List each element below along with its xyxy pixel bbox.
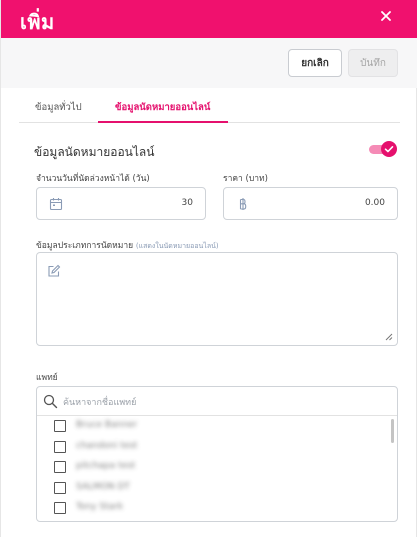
doctor-name: SALMON DT bbox=[76, 481, 130, 492]
appointment-type-hint: (แสดงในนัดหมายออนไลน์) bbox=[135, 242, 219, 250]
price-field[interactable]: 0.00 bbox=[223, 187, 398, 220]
doctor-name: chandoni test bbox=[76, 440, 138, 451]
doctor-name: Bruce Banner bbox=[76, 420, 138, 430]
close-icon[interactable] bbox=[378, 8, 394, 24]
doctor-search-input[interactable]: ค้นหาจากชื่อแพทย์ bbox=[63, 395, 136, 409]
cancel-button[interactable]: ยกเลิก bbox=[288, 49, 342, 77]
online-appointment-modal: เพิ่ม ยกเลิก บันทึก ข้อมูลทั่วไป ข้อมูลน… bbox=[0, 0, 417, 537]
doctor-checkbox[interactable] bbox=[54, 420, 66, 432]
section-title: ข้อมูลนัดหมายออนไลน์ bbox=[34, 145, 155, 159]
doctor-row[interactable]: SALMON DT bbox=[37, 478, 397, 499]
tab-bar: ข้อมูลทั่วไป ข้อมูลนัดหมายออนไลน์ bbox=[19, 96, 400, 123]
modal-header: เพิ่ม bbox=[1, 0, 417, 38]
doctor-row[interactable]: pitchapa test bbox=[37, 457, 397, 478]
doctor-search[interactable]: ค้นหาจากชื่อแพทย์ bbox=[37, 387, 397, 416]
save-button[interactable]: บันทึก bbox=[348, 49, 398, 77]
tab-general-info[interactable]: ข้อมูลทั่วไป bbox=[35, 100, 82, 115]
advance-days-label: จำนวนวันที่นัดล่วงหน้าได้ (วัน) bbox=[36, 174, 150, 184]
doctor-list-scrollbar[interactable] bbox=[391, 419, 394, 443]
calendar-icon bbox=[49, 198, 63, 211]
appointment-type-textarea[interactable] bbox=[36, 252, 398, 346]
edit-icon bbox=[48, 264, 61, 277]
doctor-list: Bruce Banner chandoni test pitchapa test… bbox=[37, 416, 397, 519]
doctor-row[interactable]: Tony Stark bbox=[37, 498, 397, 519]
active-tab-indicator bbox=[98, 121, 228, 123]
doctor-checkbox[interactable] bbox=[54, 481, 66, 494]
doctor-checkbox[interactable] bbox=[54, 461, 66, 473]
action-toolbar: ยกเลิก บันทึก bbox=[1, 38, 417, 88]
doctor-select-box: ค้นหาจากชื่อแพทย์ Bruce Banner chandoni … bbox=[36, 386, 398, 522]
price-label: ราคา (บาท) bbox=[223, 174, 268, 184]
doctor-name: pitchapa test bbox=[76, 461, 136, 471]
advance-days-value: 30 bbox=[181, 198, 193, 208]
doctor-checkbox[interactable] bbox=[54, 502, 66, 514]
doctor-row[interactable]: Bruce Banner bbox=[37, 416, 397, 437]
doctor-row[interactable]: chandoni test bbox=[37, 437, 397, 458]
tab-online-appointment[interactable]: ข้อมูลนัดหมายออนไลน์ bbox=[115, 100, 210, 115]
doctor-label: แพทย์ bbox=[36, 373, 58, 383]
advance-days-field[interactable]: 30 bbox=[36, 187, 206, 220]
check-icon bbox=[381, 141, 397, 157]
appointment-type-label: ข้อมูลประเภทการนัดหมาย (แสดงในนัดหมายออน… bbox=[36, 238, 219, 252]
modal-title: เพิ่ม bbox=[20, 10, 55, 34]
price-value: 0.00 bbox=[364, 198, 385, 208]
online-appointment-toggle[interactable] bbox=[369, 141, 397, 157]
doctor-name: Tony Stark bbox=[76, 502, 124, 512]
appointment-type-label-text: ข้อมูลประเภทการนัดหมาย bbox=[36, 241, 134, 251]
search-icon bbox=[43, 394, 58, 409]
baht-icon bbox=[239, 198, 247, 210]
resize-grip-icon[interactable] bbox=[385, 333, 393, 341]
doctor-checkbox[interactable] bbox=[54, 440, 66, 453]
